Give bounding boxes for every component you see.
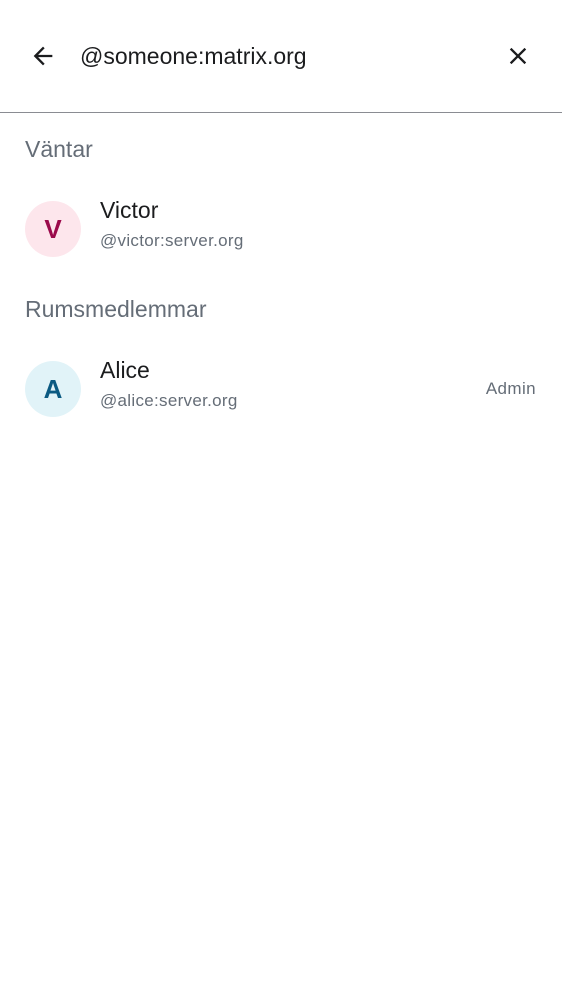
close-icon	[509, 47, 527, 65]
section-header-pending: Väntar	[25, 136, 93, 162]
role-badge: Admin	[485, 379, 536, 398]
search-input[interactable]	[80, 34, 480, 78]
avatar: V	[25, 201, 81, 257]
member-row-alice[interactable]: A Alice @alice:server.org Admin	[0, 351, 562, 427]
member-name: Alice	[100, 357, 150, 383]
back-button[interactable]	[19, 32, 67, 80]
member-user-id: @alice:server.org	[100, 391, 238, 410]
arrow-back-icon	[33, 46, 53, 66]
avatar: A	[25, 361, 81, 417]
section-header-room-members: Rumsmedlemmar	[25, 296, 207, 322]
member-row-victor[interactable]: V Victor @victor:server.org	[0, 191, 562, 267]
member-name: Victor	[100, 197, 159, 223]
search-toolbar	[0, 0, 562, 113]
member-user-id: @victor:server.org	[100, 231, 244, 250]
clear-search-button[interactable]	[494, 32, 542, 80]
